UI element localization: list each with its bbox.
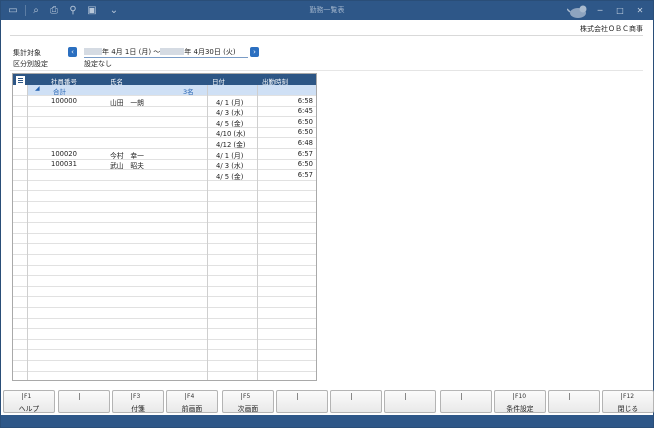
attendance-grid[interactable]: 社員番号 氏名 日付 出勤時刻 ◢ 合計 3名 100000 山田 一朗 4/ 1 … — [12, 73, 317, 381]
time-cell: 6:50 — [297, 128, 313, 137]
fkey-label: 次画面 — [237, 405, 259, 413]
grid-menu-icon[interactable] — [16, 76, 25, 85]
section-value: 設定なし — [84, 60, 112, 68]
fkey-f1-button[interactable]: F1 ヘルプ — [3, 390, 55, 413]
period-to: 年 4月30日 (火) — [184, 48, 236, 56]
company-name: 株式会社ＯＢＣ商事 — [580, 25, 643, 33]
grid-row-line — [13, 179, 316, 181]
grid-row-line — [13, 148, 316, 149]
grid-row-line — [13, 95, 316, 96]
app-window: ▭ ⌕ ⎙ ⚲ ▣ ⌄ 勤務一覧表 ─ □ ✕ 株式会社ＯＢＣ商事 集計対象 ‹… — [0, 0, 654, 428]
fkey-number: F10 — [512, 393, 527, 400]
time-cell: 6:57 — [297, 170, 313, 179]
window-title: 勤務一覧表 — [309, 6, 345, 14]
fkey-label: 付箋 — [131, 405, 145, 413]
fkey-blank-button[interactable] — [276, 390, 328, 413]
grid-row-line — [13, 285, 316, 287]
grid-row-line — [13, 211, 316, 213]
fkey-label: 閉じる — [617, 405, 639, 413]
grid-row-line — [13, 296, 316, 298]
period-from: 年 4月 1日 (月) ～ — [102, 48, 161, 56]
fkey-f3-button[interactable]: F3 付箋 — [112, 390, 164, 413]
close-icon[interactable]: ✕ — [633, 4, 647, 17]
emp-no-cell: 100020 — [51, 149, 77, 158]
minimize-icon[interactable]: ─ — [593, 4, 607, 17]
time-cell: 6:57 — [297, 149, 313, 158]
fkey-f4-button[interactable]: F4 前画面 — [166, 390, 218, 413]
fkey-label: 前画面 — [181, 405, 203, 413]
grid-row-line — [13, 126, 316, 128]
time-cell: 6:48 — [297, 138, 313, 147]
grid-row-line — [13, 264, 316, 266]
grid-row-line — [13, 105, 316, 107]
grid-column-divider — [27, 85, 28, 380]
fkey-number: F3 — [130, 393, 141, 400]
fkey-number: F12 — [620, 393, 635, 400]
filter-divider — [10, 70, 643, 71]
period-range[interactable]: 年 4月 1日 (月) ～ 年 4月30日 (火) — [84, 47, 236, 57]
grid-row-line — [13, 275, 316, 277]
function-key-bar: F1 ヘルプ F3 付箋 F4 前画面 F5 次画面 F10 条件設定 F12 閉じる — [3, 390, 654, 414]
grid-row-line — [13, 317, 316, 319]
prev-period-icon[interactable]: ‹ — [68, 47, 77, 57]
grid-row-line — [13, 349, 316, 351]
fkey-blank-button[interactable] — [58, 390, 110, 413]
time-cell: 6:50 — [297, 117, 313, 126]
grid-row-line — [13, 201, 316, 202]
grid-column-divider — [257, 85, 258, 380]
mascot-icon — [567, 5, 587, 18]
grid-row-line — [13, 307, 316, 308]
time-cell: 6:45 — [297, 107, 313, 116]
period-label: 集計対象 — [13, 49, 41, 57]
grid-row-line — [13, 243, 316, 245]
emp-no-cell: 100031 — [51, 160, 77, 169]
total-row[interactable]: ◢ 合計 3名 — [27, 85, 316, 96]
fkey-f12-button[interactable]: F12 閉じる — [602, 390, 654, 413]
period-underline — [84, 57, 248, 58]
fkey-number: F5 — [240, 393, 251, 400]
year-from-redacted — [84, 48, 102, 55]
grid-row-line — [13, 190, 316, 192]
fkey-f10-button[interactable]: F10 条件設定 — [494, 390, 546, 413]
maximize-icon[interactable]: □ — [613, 4, 627, 17]
header-divider — [10, 35, 643, 36]
title-bar: ▭ ⌕ ⎙ ⚲ ▣ ⌄ 勤務一覧表 ─ □ ✕ — [1, 1, 653, 20]
grid-row-line — [13, 338, 316, 340]
grid-column-divider — [207, 85, 208, 380]
fkey-f5-button[interactable]: F5 次画面 — [222, 390, 274, 413]
fkey-number: F1 — [21, 393, 32, 400]
grid-row-line — [13, 370, 316, 372]
fkey-blank-button[interactable] — [440, 390, 492, 413]
fkey-number: F4 — [184, 393, 195, 400]
emp-no-cell: 100000 — [51, 96, 77, 105]
next-period-icon[interactable]: › — [250, 47, 259, 57]
grid-row-line — [13, 360, 316, 361]
grid-row-line — [13, 328, 316, 330]
time-cell: 6:58 — [297, 96, 313, 105]
grid-row-line — [13, 116, 316, 118]
status-bar — [1, 415, 653, 427]
fkey-blank-button[interactable] — [330, 390, 382, 413]
grid-row-line — [13, 222, 316, 224]
time-cell: 6:50 — [297, 160, 313, 169]
grid-row-line — [13, 158, 316, 160]
collapse-icon[interactable]: ◢ — [35, 85, 40, 92]
year-to-redacted — [160, 48, 185, 55]
grid-row-line — [13, 137, 316, 139]
grid-row-line — [13, 254, 316, 255]
fkey-blank-button[interactable] — [384, 390, 436, 413]
fkey-label: ヘルプ — [18, 405, 40, 413]
grid-row-line — [13, 169, 316, 171]
grid-header: 社員番号 氏名 日付 出勤時刻 — [13, 74, 316, 86]
grid-row-line — [13, 232, 316, 234]
fkey-blank-button[interactable] — [548, 390, 600, 413]
section-label: 区分別設定 — [13, 60, 48, 68]
fkey-label: 条件設定 — [506, 405, 534, 413]
